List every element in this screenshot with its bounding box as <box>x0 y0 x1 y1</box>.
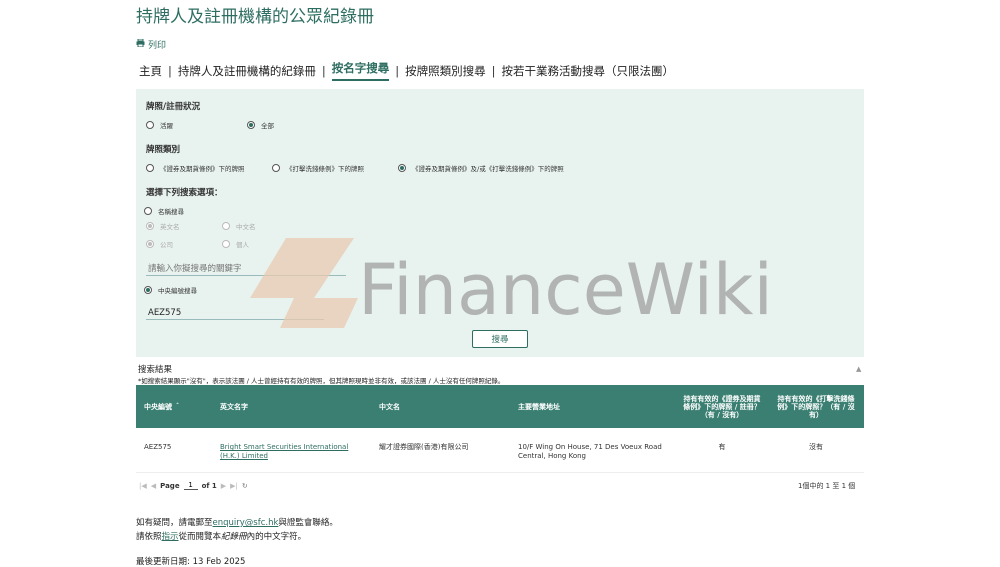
english-name-radio[interactable]: 英文名 <box>146 221 180 231</box>
page-title: 持牌人及註冊機構的公眾紀錄冊 <box>136 7 374 27</box>
radio-label: 全部 <box>261 122 274 130</box>
radio-label: 中央編號搜尋 <box>158 287 197 295</box>
search-button[interactable]: 搜尋 <box>472 330 528 348</box>
guide-prefix: 請依照 <box>136 532 162 542</box>
ce-number-input[interactable] <box>146 306 324 320</box>
next-page-icon[interactable]: ▶ <box>221 482 226 490</box>
nav-search-by-name[interactable]: 按名字搜尋 <box>331 60 390 81</box>
sort-icon: ˆ <box>176 403 179 410</box>
radio-circle <box>222 222 230 230</box>
radio-label: 公司 <box>160 241 173 249</box>
page-label: Page <box>160 481 180 490</box>
search-option-label: 選擇下列搜索選項： <box>146 188 223 198</box>
guide-middle: 從而閱覽本 <box>178 532 222 542</box>
results-note: *如搜索結果顯示"沒有"，表示該法團 / 人士曾經持有有效的牌照，但其牌照現時並… <box>138 377 505 385</box>
radio-circle <box>144 207 152 215</box>
cell-address: 10/F Wing On House, 71 Des Voeux Road Ce… <box>518 443 662 460</box>
col-header-ce[interactable]: 中央編號 ˆ <box>144 385 179 428</box>
radio-circle <box>247 121 255 129</box>
col-header-sfo[interactable]: 持有有效的《證券及期貨條例》下的牌照 / 註冊？（有 / 沒有） <box>683 385 761 428</box>
nav-search-by-activity[interactable]: 按若干業務活動搜尋（只限法團） <box>502 63 675 79</box>
column-label: 中央編號 <box>144 402 172 411</box>
name-search-radio[interactable]: 名稱搜尋 <box>144 206 184 216</box>
cell-english-name-link[interactable]: Bright Smart Securities International (H… <box>220 443 360 461</box>
nav-register[interactable]: 持牌人及註冊機構的紀錄冊 <box>178 63 316 79</box>
first-page-icon[interactable]: |◀ <box>139 482 147 490</box>
col-header-amlo[interactable]: 持有有效的《打擊洗錢條例》下的牌照？（有 / 沒有） <box>777 385 855 428</box>
license-label: 牌照類別 <box>146 145 181 155</box>
radio-label: 《證券及期貨條例》及/或《打擊洗錢條例》下的牌照 <box>412 165 564 173</box>
results-title: 搜索結果 <box>138 365 173 375</box>
nav-home[interactable]: 主頁 <box>139 63 162 79</box>
prev-page-icon[interactable]: ◀ <box>151 482 156 490</box>
radio-circle <box>398 164 406 172</box>
collapse-icon[interactable]: ▲ <box>856 365 861 373</box>
last-updated: 最後更新日期: 13 Feb 2025 <box>136 557 246 567</box>
license-sfo-radio[interactable]: 《證券及期貨條例》下的牌照 <box>146 163 245 173</box>
ce-search-radio[interactable]: 中央編號搜尋 <box>144 285 197 295</box>
radio-circle <box>146 164 154 172</box>
result-count: 1個中的 1 至 1 個 <box>798 482 856 490</box>
search-panel: 牌照/註冊狀況 活躍 全部 牌照類別 《證券及期貨條例》下的牌照 《打擊洗錢條例… <box>136 89 864 357</box>
radio-label: 個人 <box>236 241 249 249</box>
license-both-radio[interactable]: 《證券及期貨條例》及/或《打擊洗錢條例》下的牌照 <box>398 163 564 173</box>
radio-circle <box>146 121 154 129</box>
individual-radio[interactable]: 個人 <box>222 239 249 249</box>
radio-label: 活躍 <box>160 122 173 130</box>
printer-icon <box>136 38 145 50</box>
status-all-radio[interactable]: 全部 <box>247 120 274 130</box>
pager: |◀ ◀ Page of 1 ▶ ▶| ↻ <box>139 481 248 490</box>
radio-circle <box>222 240 230 248</box>
radio-label: 名稱搜尋 <box>158 208 184 216</box>
radio-circle <box>144 286 152 294</box>
cell-ce: AEZ575 <box>144 443 172 451</box>
contact-prefix: 如有疑問，請電郵至 <box>136 518 213 528</box>
footer-contact: 如有疑問，請電郵至enquiry@sfc.hk與證監會聯絡。 <box>136 516 338 528</box>
last-page-icon[interactable]: ▶| <box>230 482 238 490</box>
radio-label: 中文名 <box>236 223 256 231</box>
print-link[interactable]: 列印 <box>136 38 166 51</box>
nav-separator: | <box>395 63 400 78</box>
footer-guide: 請依照指示從而閱覽本紀錄冊內的中文字符。 <box>136 530 306 542</box>
chinese-name-radio[interactable]: 中文名 <box>222 221 256 231</box>
radio-circle <box>146 222 154 230</box>
nav-search-by-license[interactable]: 按牌照類別搜尋 <box>405 63 486 79</box>
refresh-icon[interactable]: ↻ <box>242 482 248 490</box>
table-header: 中央編號 ˆ 英文名字 中文名 主要營業地址 持有有效的《證券及期貨條例》下的牌… <box>136 385 864 428</box>
table-row: AEZ575 Bright Smart Securities Internati… <box>136 428 864 473</box>
status-label: 牌照/註冊狀況 <box>146 102 201 112</box>
page-number-input[interactable] <box>183 481 198 490</box>
radio-circle <box>146 240 154 248</box>
guide-italic: 紀錄冊 <box>221 532 247 542</box>
cell-sfo: 有 <box>718 443 726 451</box>
nav-breadcrumb: 主頁 | 持牌人及註冊機構的紀錄冊 | 按名字搜尋 | 按牌照類別搜尋 | 按若… <box>139 60 674 81</box>
contact-suffix: 與證監會聯絡。 <box>278 518 338 528</box>
col-header-english-name[interactable]: 英文名字 <box>220 385 248 428</box>
keyword-input[interactable] <box>146 262 346 276</box>
company-radio[interactable]: 公司 <box>146 239 173 249</box>
nav-separator: | <box>321 63 326 78</box>
radio-label: 英文名 <box>160 223 180 231</box>
nav-separator: | <box>491 63 496 78</box>
cell-chinese-name: 耀才證券國際(香港)有限公司 <box>379 443 469 451</box>
page-of-label: of 1 <box>201 481 217 490</box>
col-header-address[interactable]: 主要營業地址 <box>518 385 560 428</box>
nav-separator: | <box>168 63 172 78</box>
cell-amlo: 沒有 <box>809 443 823 451</box>
email-link[interactable]: enquiry@sfc.hk <box>213 518 279 528</box>
radio-label: 《打擊洗錢條例》下的牌照 <box>286 165 364 173</box>
radio-label: 《證券及期貨條例》下的牌照 <box>160 165 245 173</box>
license-amlo-radio[interactable]: 《打擊洗錢條例》下的牌照 <box>272 163 364 173</box>
guide-suffix: 內的中文字符。 <box>246 532 307 542</box>
print-label: 列印 <box>148 41 167 51</box>
guide-link[interactable]: 指示 <box>162 532 179 542</box>
status-active-radio[interactable]: 活躍 <box>146 120 173 130</box>
col-header-chinese-name[interactable]: 中文名 <box>379 385 400 428</box>
radio-circle <box>272 164 280 172</box>
